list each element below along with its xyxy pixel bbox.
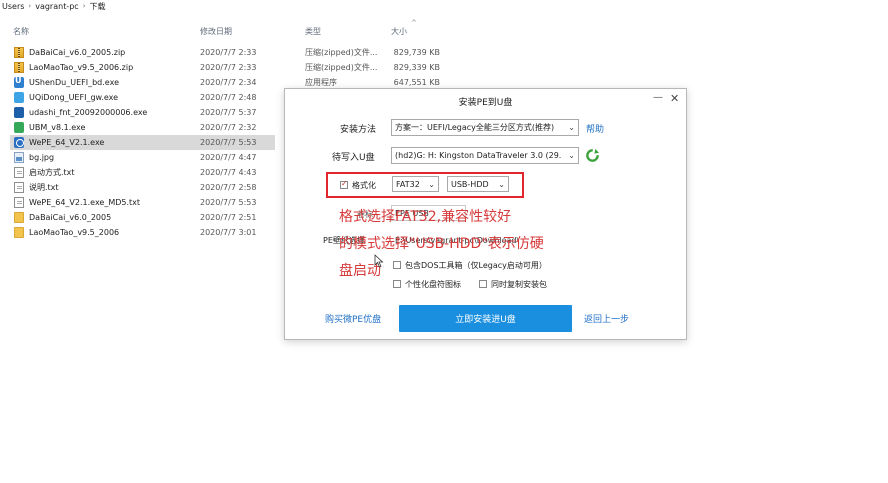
install-method-select[interactable]: 方案一：UEFI/Legacy全能三分区方式(推荐) ⌄ [391, 119, 579, 136]
file-date: 2020/7/7 2:33 [200, 63, 257, 72]
zip-icon [14, 62, 24, 73]
file-type: 压缩(zipped)文件... [305, 48, 378, 57]
file-date: 2020/7/7 4:43 [200, 168, 257, 177]
file-date: 2020/7/7 4:47 [200, 153, 257, 162]
column-header-size[interactable]: 大小 [391, 26, 407, 40]
file-date: 2020/7/7 5:53 [200, 138, 257, 147]
image-icon [14, 152, 24, 163]
column-header-type[interactable]: 类型 [305, 26, 321, 40]
annotation-line-1: 格式选择FAT32,兼容性较好 [339, 209, 512, 225]
file-row[interactable]: LaoMaoTao_v9.5_2006.zip 2020/7/7 2:33 压缩… [10, 60, 450, 75]
boot-mode-value: USB-HDD [451, 179, 489, 189]
annotation-line-2: 的模式选择"USB-HDD"表示仿硬 [339, 236, 544, 252]
exe-icon [14, 122, 24, 133]
chevron-right-icon: › [82, 2, 86, 10]
file-date: 2020/7/7 2:33 [200, 48, 257, 57]
exe-icon [14, 107, 24, 118]
usb-target-select[interactable]: (hd2)G: H: Kingston DataTraveler 3.0 (29… [391, 147, 579, 164]
format-label: 格式化 [352, 181, 376, 190]
help-link[interactable]: 帮助 [586, 122, 604, 135]
back-link[interactable]: 返回上一步 [584, 312, 629, 325]
exe-icon [14, 76, 24, 88]
breadcrumb: Users › vagrant-pc › 下载 [0, 0, 888, 12]
file-name: 启动方式.txt [29, 168, 75, 177]
boot-mode-select[interactable]: USB-HDD ⌄ [447, 176, 509, 192]
file-name: LaoMaoTao_v9.5_2006.zip [29, 63, 134, 72]
file-name: DaBaiCai_v6.0_2005 [29, 213, 112, 222]
breadcrumb-item[interactable]: Users [2, 2, 24, 11]
file-date: 2020/7/7 2:51 [200, 213, 257, 222]
text-file-icon [14, 197, 24, 208]
column-header-name[interactable]: 名称 [13, 26, 29, 40]
filesystem-value: FAT32 [396, 179, 420, 189]
dos-toolbox-label: 包含DOS工具箱（仅Legacy启动可用） [405, 261, 547, 270]
chevron-down-icon: ⌄ [428, 180, 435, 189]
file-date: 2020/7/7 2:48 [200, 93, 257, 102]
filesystem-select[interactable]: FAT32 ⌄ [392, 176, 439, 192]
breadcrumb-item[interactable]: vagrant-pc [35, 2, 78, 11]
format-checkbox[interactable] [340, 179, 348, 189]
install-method-label: 安装方法 [340, 125, 377, 135]
chevron-down-icon: ⌄ [568, 151, 575, 160]
file-name: UShenDu_UEFI_bd.exe [29, 78, 119, 87]
file-type: 应用程序 [305, 78, 337, 87]
minimize-button[interactable]: — [653, 92, 663, 103]
chevron-down-icon: ⌄ [568, 123, 575, 132]
dialog-title: 安装PE到U盘 [458, 98, 513, 108]
file-date: 2020/7/7 2:34 [200, 78, 257, 87]
copy-package-label: 同时复制安装包 [491, 280, 547, 289]
file-size: 647,551 KB [393, 78, 440, 87]
install-pe-dialog: 安装PE到U盘 — ✕ 安装方法 方案一：UEFI/Legacy全能三分区方式(… [284, 88, 687, 340]
file-row[interactable]: DaBaiCai_v6.0_2005.zip 2020/7/7 2:33 压缩(… [10, 45, 450, 60]
install-method-value: 方案一：UEFI/Legacy全能三分区方式(推荐) [395, 123, 555, 132]
column-header-date[interactable]: 修改日期 [200, 26, 232, 40]
sort-arrow-icon: ^ [411, 19, 417, 27]
chevron-down-icon: ⌄ [498, 180, 505, 189]
file-row-selected[interactable]: WePE_64_V2.1.exe 2020/7/7 5:53 [10, 135, 275, 150]
file-size: 829,339 KB [393, 63, 440, 72]
file-name: WePE_64_V2.1.exe [29, 138, 105, 147]
file-name: LaoMaoTao_v9.5_2006 [29, 228, 120, 237]
text-file-icon [14, 167, 24, 178]
file-date: 2020/7/7 2:32 [200, 123, 257, 132]
custom-icon-label: 个性化盘符图标 [405, 280, 461, 289]
usb-target-label: 待写入U盘 [332, 153, 375, 163]
dos-toolbox-checkbox[interactable] [393, 261, 401, 269]
text-file-icon [14, 182, 24, 193]
folder-icon [14, 212, 24, 223]
copy-package-checkbox[interactable] [479, 280, 487, 288]
install-to-usb-button[interactable]: 立即安装进U盘 [399, 305, 572, 332]
file-name: 说明.txt [29, 183, 59, 192]
breadcrumb-item[interactable]: 下载 [90, 1, 106, 12]
file-name: UBM_v8.1.exe [29, 123, 86, 132]
file-date: 2020/7/7 2:58 [200, 183, 257, 192]
file-date: 2020/7/7 5:53 [200, 198, 257, 207]
file-name: bg.jpg [29, 153, 55, 162]
file-size: 829,739 KB [393, 48, 440, 57]
file-name: WePE_64_V2.1.exe_MD5.txt [29, 198, 141, 207]
file-name: DaBaiCai_v6.0_2005.zip [29, 48, 126, 57]
buy-usb-link[interactable]: 购买微PE优盘 [325, 312, 381, 325]
custom-icon-checkbox[interactable] [393, 280, 401, 288]
file-name: udashi_fnt_20092000006.exe [29, 108, 148, 117]
close-button[interactable]: ✕ [670, 92, 679, 105]
file-date: 2020/7/7 5:37 [200, 108, 257, 117]
zip-icon [14, 47, 24, 58]
file-type: 压缩(zipped)文件... [305, 63, 378, 72]
refresh-icon[interactable] [585, 148, 600, 163]
file-date: 2020/7/7 3:01 [200, 228, 257, 237]
mouse-cursor-icon [374, 254, 384, 268]
file-name: UQiDong_UEFI_gw.exe [29, 93, 119, 102]
exe-icon [14, 92, 24, 103]
exe-icon [14, 137, 24, 148]
folder-icon [14, 227, 24, 238]
usb-target-value: (hd2)G: H: Kingston DataTraveler 3.0 (29… [395, 151, 562, 160]
chevron-right-icon: › [28, 2, 32, 10]
